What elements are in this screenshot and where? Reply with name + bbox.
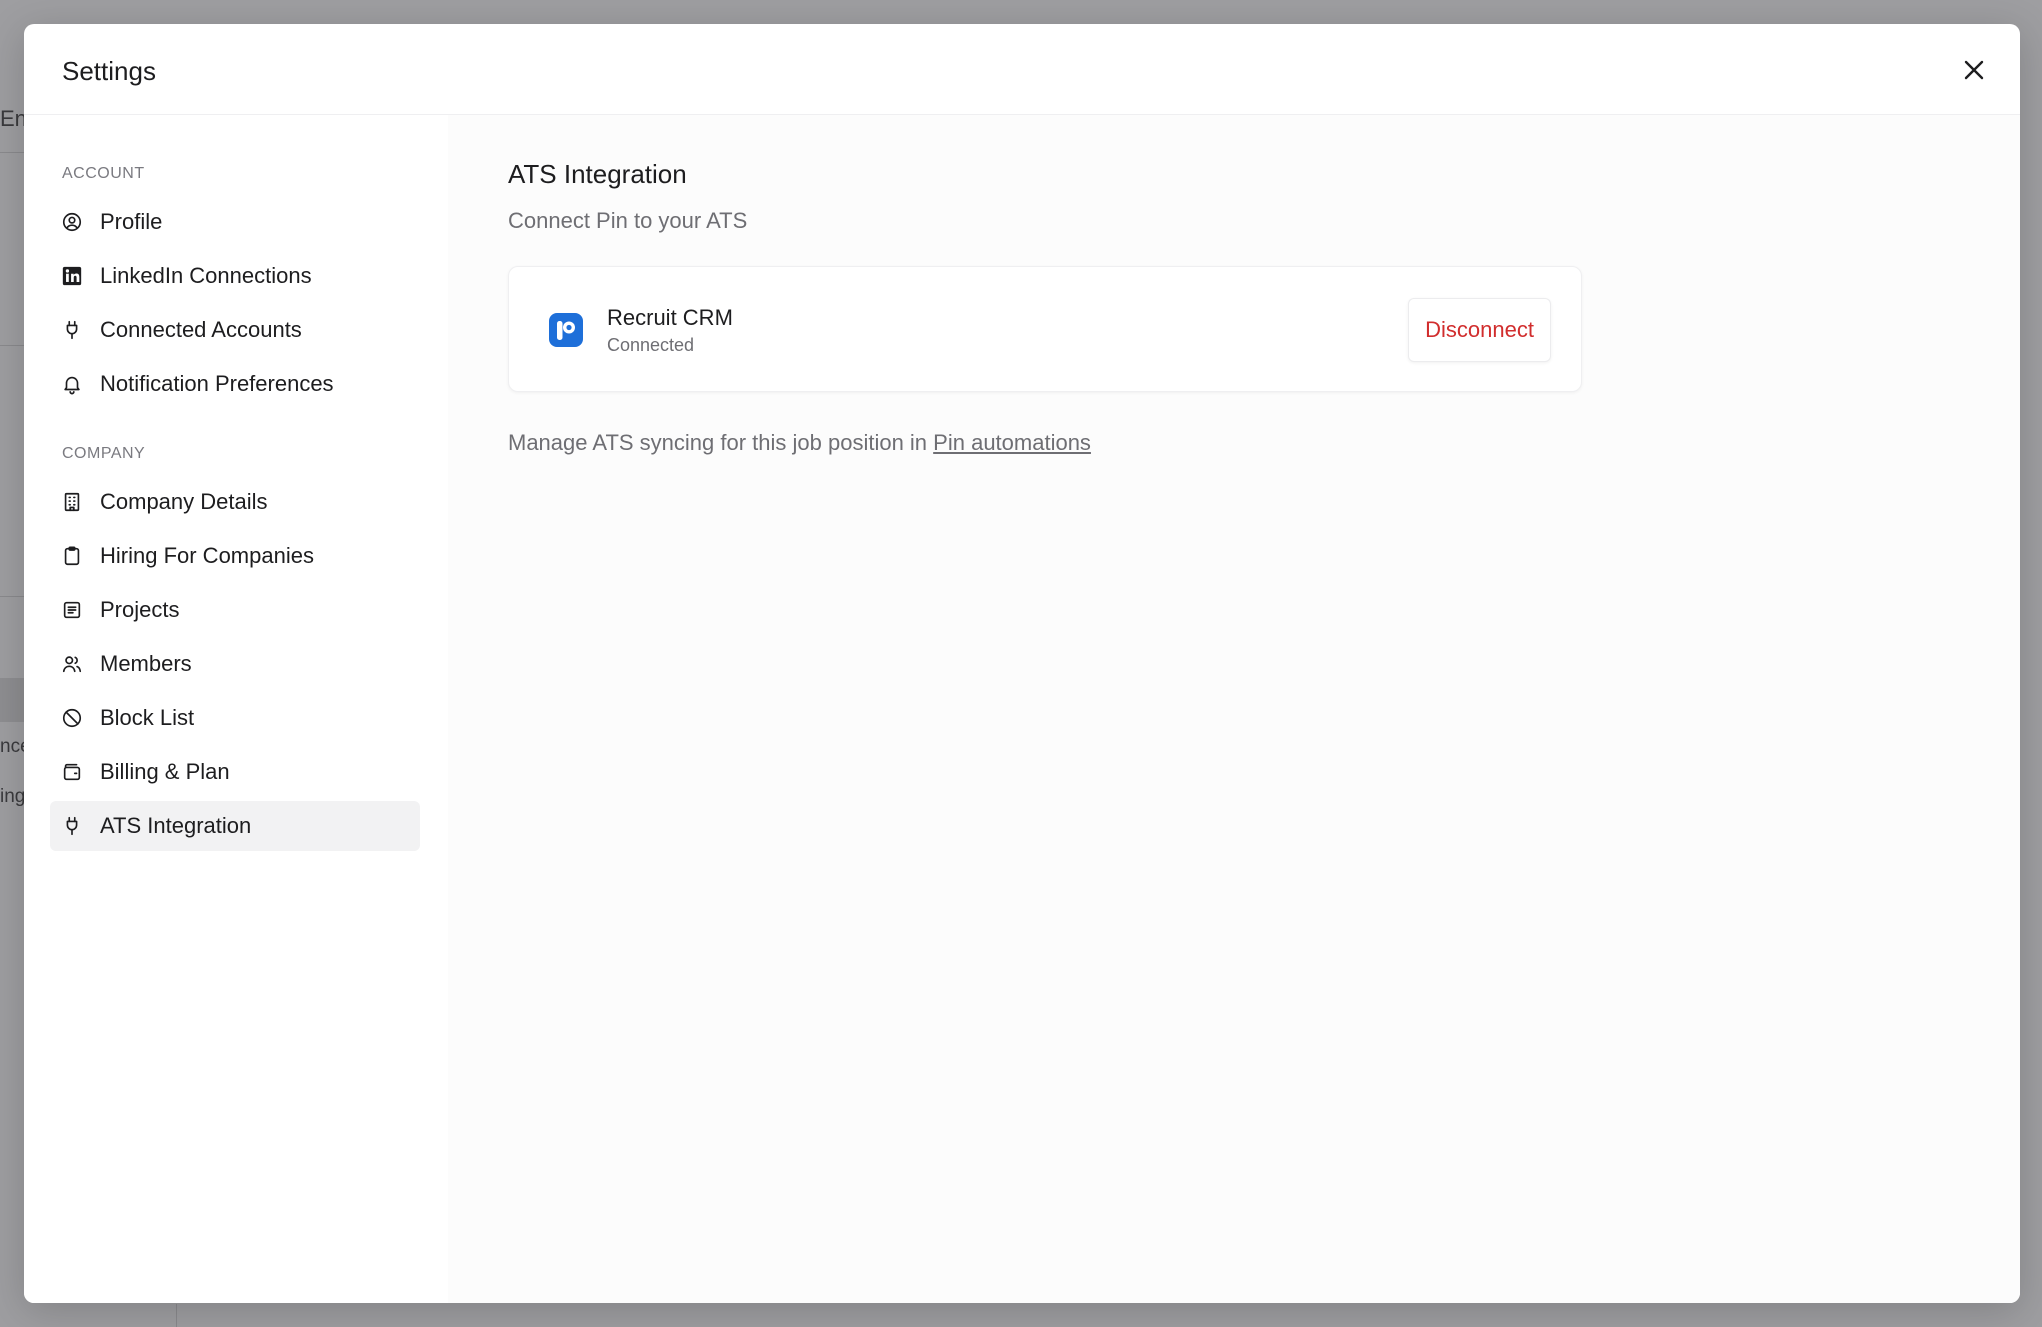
sidebar-item-label: Hiring For Companies (100, 543, 314, 568)
sidebar-item-linkedin-connections[interactable]: LinkedIn Connections (50, 251, 420, 301)
sidebar-item-label: Notification Preferences (100, 371, 334, 396)
sidebar-item-billing-plan[interactable]: Billing & Plan (50, 747, 420, 797)
background-divider (0, 152, 24, 153)
plug-icon (60, 814, 84, 838)
linkedin-icon (60, 264, 84, 288)
sidebar-item-connected-accounts[interactable]: Connected Accounts (50, 305, 420, 355)
pin-automations-link[interactable]: Pin automations (933, 430, 1091, 455)
sidebar-item-label: Company Details (100, 489, 268, 514)
sidebar-item-block-list[interactable]: Block List (50, 693, 420, 743)
manage-ats-text: Manage ATS syncing for this job position… (508, 430, 2020, 456)
settings-modal: Settings ACCOUNT Profile LinkedIn Connec… (24, 24, 2020, 1303)
background-divider (0, 345, 24, 346)
settings-sidebar: ACCOUNT Profile LinkedIn Connections Con… (24, 115, 448, 1303)
sidebar-item-label: ATS Integration (100, 813, 252, 838)
background-divider (0, 596, 24, 597)
sidebar-item-label: Billing & Plan (100, 759, 230, 784)
recruit-crm-logo-icon (549, 313, 583, 347)
clipboard-icon (60, 544, 84, 568)
sidebar-item-profile[interactable]: Profile (50, 197, 420, 247)
disconnect-button[interactable]: Disconnect (1408, 298, 1551, 362)
manage-ats-description: Manage ATS syncing for this job position… (508, 430, 928, 455)
users-icon (60, 652, 84, 676)
sidebar-item-company-details[interactable]: Company Details (50, 477, 420, 527)
ban-icon (60, 706, 84, 730)
sidebar-item-hiring-for-companies[interactable]: Hiring For Companies (50, 531, 420, 581)
sidebar-item-label: LinkedIn Connections (100, 263, 312, 288)
sidebar-item-ats-integration[interactable]: ATS Integration (50, 801, 420, 851)
sidebar-item-members[interactable]: Members (50, 639, 420, 689)
user-circle-icon (60, 210, 84, 234)
integration-name: Recruit CRM (607, 305, 733, 330)
sidebar-item-projects[interactable]: Projects (50, 585, 420, 635)
wallet-icon (60, 760, 84, 784)
page-title: ATS Integration (508, 159, 687, 189)
settings-content: ATS Integration Connect Pin to your ATS … (448, 115, 2020, 1303)
close-icon (1964, 60, 1984, 80)
section-label-account: ACCOUNT (62, 165, 145, 182)
modal-header: Settings (24, 24, 2020, 115)
page-subtitle: Connect Pin to your ATS (508, 208, 748, 233)
list-box-icon (60, 598, 84, 622)
integration-status: Connected (607, 335, 695, 355)
background-selected-row (0, 678, 24, 722)
modal-body: ACCOUNT Profile LinkedIn Connections Con… (24, 115, 2020, 1303)
background-text-fragment: ing (0, 786, 26, 807)
background-panel-edge (176, 1304, 1922, 1327)
close-button[interactable] (1958, 54, 1990, 86)
sidebar-item-label: Profile (100, 209, 163, 234)
sidebar-item-label: Members (100, 651, 192, 676)
ats-integration-card: Recruit CRM Connected Disconnect (508, 266, 1582, 392)
modal-title: Settings (62, 56, 156, 86)
plug-icon (60, 318, 84, 342)
building-icon (60, 490, 84, 514)
bell-icon (60, 372, 84, 396)
sidebar-item-notification-preferences[interactable]: Notification Preferences (50, 359, 420, 409)
section-label-company: COMPANY (62, 445, 146, 462)
sidebar-item-label: Projects (100, 597, 180, 622)
sidebar-item-label: Block List (100, 705, 195, 730)
background-text-fragment: En (0, 106, 27, 131)
sidebar-item-label: Connected Accounts (100, 317, 302, 342)
